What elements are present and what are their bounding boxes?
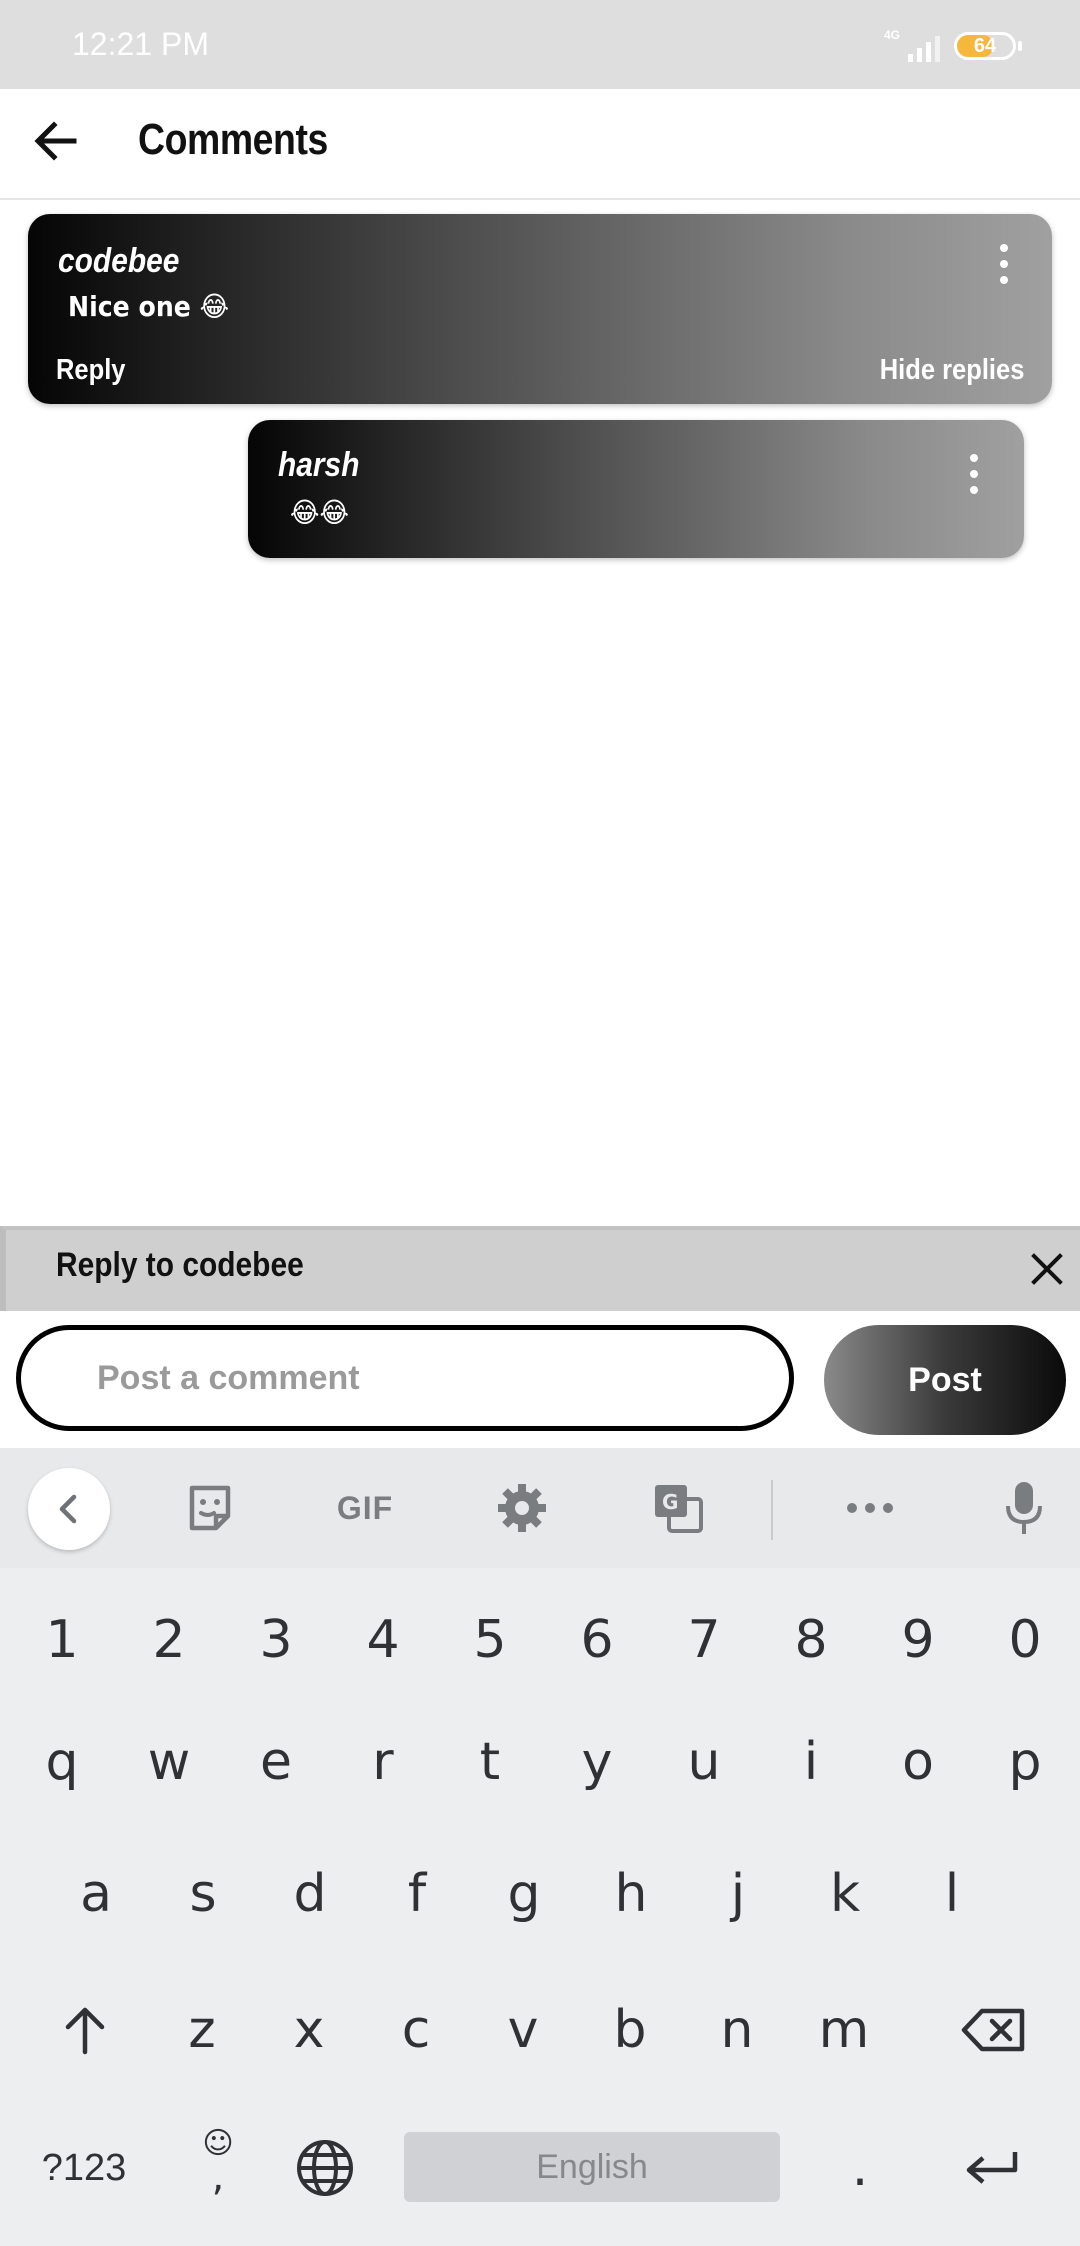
letter-key[interactable]: z	[164, 1980, 240, 2080]
comment-input[interactable]	[16, 1325, 794, 1431]
number-key[interactable]: 5	[452, 1590, 528, 1690]
more-options-button[interactable]	[830, 1468, 910, 1548]
comment-text: 😂😂	[290, 496, 349, 529]
reply-button[interactable]: Reply	[56, 354, 126, 387]
toolbar-divider	[771, 1480, 773, 1540]
number-key[interactable]: 1	[24, 1590, 100, 1690]
number-key[interactable]: 3	[238, 1590, 314, 1690]
svg-text:G: G	[662, 1490, 678, 1514]
reply-to-label: Reply to codebee	[56, 1246, 304, 1284]
settings-button[interactable]	[482, 1468, 562, 1548]
number-key[interactable]: 8	[773, 1590, 849, 1690]
backspace-icon	[961, 2008, 1025, 2052]
backspace-key[interactable]	[944, 1980, 1044, 2080]
letter-key[interactable]: k	[807, 1844, 883, 1944]
letter-key[interactable]: t	[452, 1712, 528, 1812]
letter-key[interactable]: c	[378, 1980, 454, 2080]
comment-card: codebee Nice one 😂 Reply Hide replies	[28, 214, 1052, 404]
letter-key[interactable]: h	[593, 1844, 669, 1944]
more-vert-icon[interactable]	[992, 244, 1016, 284]
comment-author[interactable]: codebee	[58, 242, 179, 281]
reply-card: harsh 😂😂	[248, 420, 1024, 558]
more-horiz-icon	[847, 1503, 893, 1513]
comma-label: ,	[211, 2154, 225, 2200]
letter-key[interactable]: f	[379, 1844, 455, 1944]
status-bar: 12:21 PM 4G 64	[0, 0, 1080, 89]
comment-text: Nice one 😂	[68, 290, 230, 323]
microphone-icon	[1006, 1482, 1042, 1534]
keyboard: GIF G 1 2 3 4 5 6 7 8 9 0 q w e r t y u …	[0, 1448, 1080, 2246]
shift-key[interactable]	[40, 1980, 130, 2080]
letter-key[interactable]: n	[699, 1980, 775, 2080]
shift-arrow-icon	[65, 2007, 105, 2055]
arrow-left-icon	[34, 121, 77, 161]
close-icon	[1031, 1253, 1063, 1285]
space-key[interactable]: English	[404, 2132, 780, 2202]
letter-key[interactable]: l	[914, 1844, 990, 1944]
symbols-key[interactable]: ?123	[24, 2118, 144, 2218]
number-key[interactable]: 6	[559, 1590, 635, 1690]
app-bar: Comments	[0, 89, 1080, 200]
globe-icon	[297, 2140, 353, 2196]
gif-label: GIF	[336, 1489, 394, 1526]
sticker-button[interactable]	[170, 1468, 250, 1548]
number-key[interactable]: 2	[131, 1590, 207, 1690]
signal-icon: 4G	[882, 28, 940, 64]
comment-author[interactable]: harsh	[278, 446, 359, 485]
letter-key[interactable]: x	[271, 1980, 347, 2080]
gif-button[interactable]: GIF	[320, 1468, 410, 1548]
page-title: Comments	[138, 115, 328, 164]
compose-row: Post	[0, 1311, 1080, 1448]
emoji-comma-key[interactable]: ☺ ,	[168, 2112, 268, 2212]
status-icons: 4G 64	[882, 28, 1022, 64]
language-key[interactable]	[280, 2118, 370, 2218]
letter-key[interactable]: u	[666, 1712, 742, 1812]
letter-key[interactable]: v	[485, 1980, 561, 2080]
letter-key[interactable]: w	[131, 1712, 207, 1812]
keyboard-toolbar: GIF G	[0, 1448, 1080, 1568]
number-key[interactable]: 4	[345, 1590, 421, 1690]
letter-key[interactable]: d	[272, 1844, 348, 1944]
period-key[interactable]: .	[820, 2118, 900, 2218]
post-button[interactable]: Post	[824, 1325, 1066, 1435]
letter-key[interactable]: p	[987, 1712, 1063, 1812]
letter-key[interactable]: j	[700, 1844, 776, 1944]
letter-key[interactable]: y	[559, 1712, 635, 1812]
letter-key[interactable]: g	[486, 1844, 562, 1944]
enter-key[interactable]	[942, 2118, 1042, 2218]
letter-key[interactable]: m	[806, 1980, 882, 2080]
return-icon	[966, 2152, 1018, 2184]
letter-key[interactable]: i	[773, 1712, 849, 1812]
status-time: 12:21 PM	[72, 26, 209, 62]
letter-key[interactable]: b	[592, 1980, 668, 2080]
keyboard-collapse-button[interactable]	[28, 1468, 110, 1550]
battery-level: 64	[973, 35, 997, 57]
close-reply-button[interactable]	[1022, 1244, 1072, 1294]
voice-input-button[interactable]	[984, 1468, 1064, 1548]
translate-icon: G	[655, 1485, 703, 1533]
hide-replies-button[interactable]: Hide replies	[879, 354, 1024, 387]
letter-key[interactable]: a	[58, 1844, 134, 1944]
number-key[interactable]: 7	[666, 1590, 742, 1690]
back-button[interactable]	[26, 111, 86, 171]
chevron-left-icon	[59, 1494, 77, 1524]
gear-icon	[498, 1484, 546, 1532]
number-key[interactable]: 9	[880, 1590, 956, 1690]
translate-button[interactable]: G	[638, 1468, 718, 1548]
letter-key[interactable]: e	[238, 1712, 314, 1812]
letter-key[interactable]: o	[880, 1712, 956, 1812]
letter-key[interactable]: r	[345, 1712, 421, 1812]
sticker-icon	[189, 1485, 231, 1531]
network-type: 4G	[884, 28, 901, 42]
number-key[interactable]: 0	[987, 1590, 1063, 1690]
letter-key[interactable]: s	[165, 1844, 241, 1944]
letter-key[interactable]: q	[24, 1712, 100, 1812]
reply-to-bar: Reply to codebee	[0, 1226, 1080, 1311]
battery-icon: 64	[954, 32, 1016, 60]
more-vert-icon[interactable]	[962, 454, 986, 494]
